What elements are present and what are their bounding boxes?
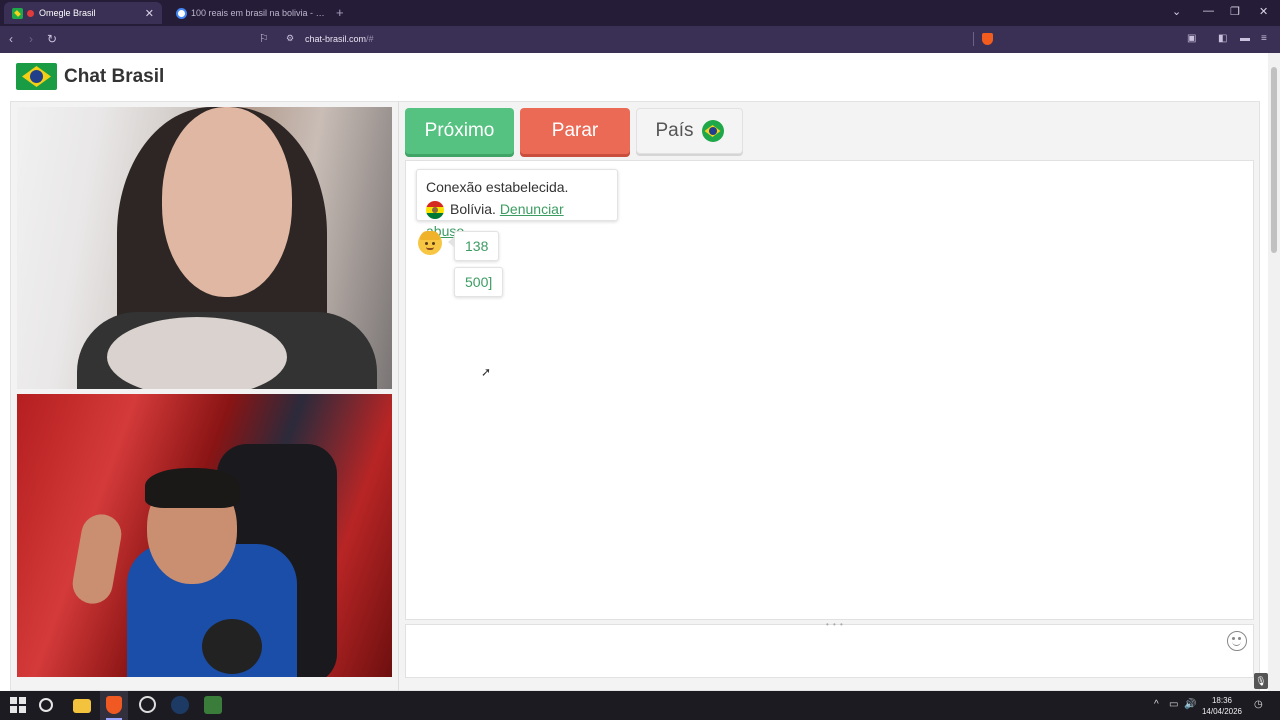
bookmark-icon[interactable]: ⚐ <box>259 32 269 45</box>
stranger-avatar <box>418 231 442 255</box>
minimize-icon[interactable]: — <box>1203 5 1214 17</box>
network-icon[interactable]: ▭ <box>1169 699 1178 710</box>
microphone-icon[interactable]: 🎙 <box>1254 673 1268 689</box>
brave-browser-icon[interactable] <box>106 696 122 714</box>
forward-icon[interactable]: › <box>29 32 33 46</box>
address-separator <box>973 32 974 46</box>
browser-tab-bar: Omegle Brasil ✕ 100 reais em brasil na b… <box>0 0 1280 26</box>
wallet-icon[interactable]: ▣ <box>1187 33 1196 44</box>
chat-container: Próximo Parar País Conexão estabelecida.… <box>10 101 1260 692</box>
site-info-icon[interactable]: ⚙ <box>286 33 294 44</box>
system-message: Conexão estabelecida. Bolívia. Denunciar… <box>416 169 618 239</box>
google-favicon-icon <box>176 7 187 19</box>
tray-chevron-icon[interactable]: ^ <box>1154 699 1159 710</box>
tab-title: 100 reais em brasil na bolivia - Pesqu <box>191 8 328 18</box>
url-host: chat-brasil.com <box>305 34 367 44</box>
new-tab-icon[interactable]: + <box>336 5 344 20</box>
country-label: País <box>655 120 694 141</box>
emoji-icon[interactable] <box>1227 631 1247 651</box>
restore-icon[interactable]: ❐ <box>1230 5 1240 18</box>
address-bar: ‹ › ↻ ⚐ ⚙ chat-brasil.com/# ▣ ◧ ▬ ≡ <box>0 26 1280 53</box>
volume-icon[interactable]: 🔊 <box>1184 699 1196 710</box>
menu-icon[interactable]: ≡ <box>1261 33 1267 44</box>
reload-icon[interactable]: ↻ <box>47 32 57 46</box>
windows-taskbar: ^ ▭ 🔊 18:36 14/04/2026 ◷ <box>0 691 1280 720</box>
brazil-flag-logo-icon <box>16 63 57 90</box>
search-icon[interactable] <box>39 698 53 712</box>
message-input[interactable]: • • • <box>405 620 1254 678</box>
stranger-video <box>17 107 392 389</box>
chat-message: 500] <box>454 267 504 297</box>
url-path: /# <box>366 34 374 44</box>
tab-google-search[interactable]: 100 reais em brasil na bolivia - Pesqu <box>168 2 336 24</box>
chat-message: 138 <box>447 231 500 261</box>
back-icon[interactable]: ‹ <box>9 32 13 46</box>
resize-grip-icon[interactable]: • • • <box>826 620 844 629</box>
steam-icon[interactable] <box>171 696 189 714</box>
sidebar-toggle-icon[interactable]: ◧ <box>1218 33 1227 44</box>
tab-omegle-brasil[interactable]: Omegle Brasil ✕ <box>4 2 162 24</box>
panel-divider[interactable] <box>398 102 399 692</box>
stranger-country: Bolívia. <box>450 201 496 217</box>
country-button[interactable]: País <box>636 108 743 154</box>
file-explorer-icon[interactable] <box>73 699 91 713</box>
mouse-cursor-icon: ➚ <box>481 365 492 379</box>
brazil-flag-icon <box>701 120 724 142</box>
clock-date: 14/04/2026 <box>1201 707 1243 716</box>
chat-log: Conexão estabelecida. Bolívia. Denunciar… <box>405 160 1254 620</box>
brave-shield-icon[interactable] <box>982 33 993 45</box>
notification-icon[interactable]: ◷ <box>1254 699 1263 710</box>
tab-title: Omegle Brasil <box>39 8 96 18</box>
speedometer-app-icon[interactable] <box>139 696 156 713</box>
self-video <box>17 394 392 677</box>
scrollbar-thumb[interactable] <box>1271 67 1277 253</box>
web-page: Chat Brasil Próximo Parar País Conexão e… <box>0 53 1268 692</box>
recording-indicator-icon <box>27 9 34 17</box>
site-title: Chat Brasil <box>64 66 165 87</box>
close-window-icon[interactable]: ✕ <box>1259 5 1268 18</box>
page-scrollbar[interactable] <box>1268 53 1280 691</box>
windows-start-icon[interactable] <box>9 696 27 714</box>
url-field[interactable]: chat-brasil.com/# <box>305 34 374 44</box>
bolivia-flag-icon <box>426 201 444 220</box>
vpn-icon[interactable]: ▬ <box>1240 33 1250 44</box>
site-header: Chat Brasil <box>0 53 1268 101</box>
connection-status: Conexão estabelecida. <box>426 179 569 195</box>
nvidia-app-icon[interactable] <box>204 696 222 714</box>
clock-time: 18:36 <box>1211 696 1233 705</box>
brazil-flag-favicon-icon <box>12 7 23 19</box>
stop-button[interactable]: Parar <box>520 108 630 154</box>
tab-list-chevron-icon[interactable]: ⌄ <box>1172 5 1181 18</box>
system-clock[interactable]: 18:36 14/04/2026 <box>1200 695 1244 717</box>
close-tab-icon[interactable]: ✕ <box>145 7 154 20</box>
next-button[interactable]: Próximo <box>405 108 514 154</box>
